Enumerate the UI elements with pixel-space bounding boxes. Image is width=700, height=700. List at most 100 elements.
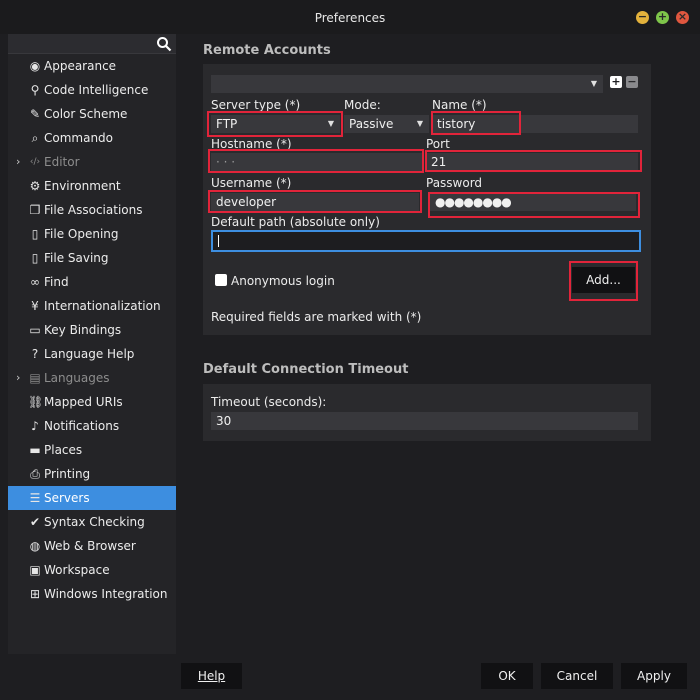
- mode-select[interactable]: Passive ▼: [344, 115, 429, 133]
- text-cursor: [218, 235, 219, 247]
- chevron-right-icon[interactable]: ›: [16, 150, 20, 174]
- sidebar-item-label: Languages: [44, 371, 110, 385]
- chevron-right-icon[interactable]: ›: [16, 366, 20, 390]
- server-type-label: Server type (*): [211, 98, 301, 112]
- bell-icon: ♪: [31, 419, 39, 433]
- sidebar-item-label: Windows Integration: [44, 587, 168, 601]
- mode-label: Mode:: [344, 98, 381, 112]
- briefcase-icon: ▣: [29, 563, 41, 577]
- chevron-down-icon: ▼: [416, 119, 423, 128]
- search-icon[interactable]: [156, 36, 172, 52]
- code-icon: ‹/›: [29, 157, 41, 167]
- anonymous-login-checkbox[interactable]: [215, 274, 227, 286]
- highlight-server-type: [207, 111, 343, 137]
- windows-icon: ⊞: [29, 587, 41, 601]
- sidebar-item-web-browser[interactable]: ◍ Web & Browser: [8, 534, 176, 558]
- apply-button[interactable]: Apply: [621, 663, 687, 689]
- sidebar-item-servers[interactable]: ☰ Servers: [8, 486, 176, 510]
- account-select[interactable]: ▼: [211, 75, 603, 93]
- add-account-icon[interactable]: +: [610, 76, 622, 88]
- sidebar-item-label: File Opening: [44, 227, 119, 241]
- sidebar-item-windows-integration[interactable]: ⊞ Windows Integration: [8, 582, 176, 606]
- sidebar-item-label: Color Scheme: [44, 107, 128, 121]
- sidebar-item-color-scheme[interactable]: ✎ Color Scheme: [8, 102, 176, 126]
- highlight-password: [428, 192, 640, 218]
- search-icon: ⌕: [31, 131, 39, 145]
- sidebar-item-places[interactable]: ▬ Places: [8, 438, 176, 462]
- link-icon: ⛓: [28, 395, 44, 409]
- sidebar-item-label: Places: [44, 443, 83, 457]
- keyboard-icon: ▭: [29, 323, 41, 337]
- check-circle-icon: ✔: [29, 515, 41, 529]
- help-button[interactable]: Help: [181, 663, 242, 689]
- close-icon: ×: [677, 10, 688, 23]
- eye-icon: ◉: [29, 59, 41, 73]
- sidebar-item-label: File Associations: [44, 203, 143, 217]
- sidebar-item-label: Printing: [44, 467, 91, 481]
- brush-icon: ✎: [29, 107, 41, 121]
- sidebar-item-file-associations[interactable]: ❐ File Associations: [8, 198, 176, 222]
- sidebar-item-syntax-checking[interactable]: ✔ Syntax Checking: [8, 510, 176, 534]
- highlight-port: [425, 150, 642, 172]
- gear-icon: ⚙: [29, 179, 41, 193]
- sidebar-item-language-help[interactable]: ? Language Help: [8, 342, 176, 366]
- sidebar-item-editor[interactable]: › ‹/› Editor: [8, 150, 176, 174]
- sidebar-item-label: File Saving: [44, 251, 109, 265]
- sidebar-item-find[interactable]: ∞ Find: [8, 270, 176, 294]
- username-label: Username (*): [211, 176, 292, 190]
- folder-icon: ▬: [29, 443, 41, 457]
- close-button[interactable]: ×: [676, 10, 689, 24]
- sidebar-item-languages[interactable]: › ▤ Languages: [8, 366, 176, 390]
- plus-icon: +: [657, 10, 668, 23]
- maximize-button[interactable]: +: [656, 10, 669, 24]
- sidebar-item-label: Internationalization: [44, 299, 161, 313]
- timeout-value: 30: [216, 414, 232, 428]
- timeout-input[interactable]: 30: [211, 412, 638, 430]
- sidebar-item-mapped-uris[interactable]: ⛓ Mapped URIs: [8, 390, 176, 414]
- printer-icon: ⎙: [30, 467, 40, 481]
- title-bar: Preferences − + ×: [0, 0, 700, 34]
- ok-button[interactable]: OK: [481, 663, 533, 689]
- languages-icon: ▤: [29, 371, 41, 385]
- sidebar-item-file-opening[interactable]: ▯ File Opening: [8, 222, 176, 246]
- server-icon: ☰: [29, 491, 41, 505]
- binoculars-icon: ∞: [30, 275, 40, 289]
- sidebar-item-key-bindings[interactable]: ▭ Key Bindings: [8, 318, 176, 342]
- sidebar-item-internationalization[interactable]: ¥ Internationalization: [8, 294, 176, 318]
- sidebar-item-label: Notifications: [44, 419, 120, 433]
- sidebar: ◉ Appearance ⚲ Code Intelligence ✎ Color Sche…: [8, 34, 176, 654]
- sidebar-item-label: Appearance: [44, 59, 117, 73]
- sidebar-item-file-saving[interactable]: ▯ File Saving: [8, 246, 176, 270]
- sidebar-item-label: Web & Browser: [44, 539, 136, 553]
- remote-accounts-title: Remote Accounts: [203, 43, 331, 58]
- sidebar-item-label: Key Bindings: [44, 323, 122, 337]
- sidebar-item-appearance[interactable]: ◉ Appearance: [8, 54, 176, 78]
- sidebar-item-label: Editor: [44, 155, 80, 169]
- help-button-label: Help: [197, 669, 226, 683]
- sidebar-item-printing[interactable]: ⎙ Printing: [8, 462, 176, 486]
- sidebar-item-label: Environment: [44, 179, 121, 193]
- sidebar-item-workspace[interactable]: ▣ Workspace: [8, 558, 176, 582]
- timeout-title: Default Connection Timeout: [203, 362, 409, 377]
- name-label: Name (*): [432, 98, 487, 112]
- minimize-button[interactable]: −: [636, 10, 649, 24]
- file-copy-icon: ❐: [29, 203, 41, 217]
- sidebar-item-label: Servers: [44, 491, 90, 505]
- highlight-add-button: [569, 261, 638, 301]
- minus-icon: −: [637, 10, 648, 23]
- sidebar-item-code-intelligence[interactable]: ⚲ Code Intelligence: [8, 78, 176, 102]
- default-path-input[interactable]: [211, 230, 641, 252]
- cancel-button[interactable]: Cancel: [541, 663, 613, 689]
- port-label: Port: [426, 137, 450, 151]
- remove-account-icon[interactable]: −: [626, 76, 638, 88]
- sidebar-item-notifications[interactable]: ♪ Notifications: [8, 414, 176, 438]
- sidebar-item-label: Code Intelligence: [44, 83, 149, 97]
- window-title: Preferences: [314, 11, 386, 25]
- yen-icon: ¥: [31, 299, 39, 313]
- sidebar-search[interactable]: [8, 34, 176, 54]
- file-icon: ▯: [31, 227, 39, 241]
- globe-icon: ◍: [29, 539, 41, 553]
- sidebar-item-commando[interactable]: ⌕ Commando: [8, 126, 176, 150]
- sidebar-item-environment[interactable]: ⚙ Environment: [8, 174, 176, 198]
- bulb-icon: ⚲: [30, 83, 40, 97]
